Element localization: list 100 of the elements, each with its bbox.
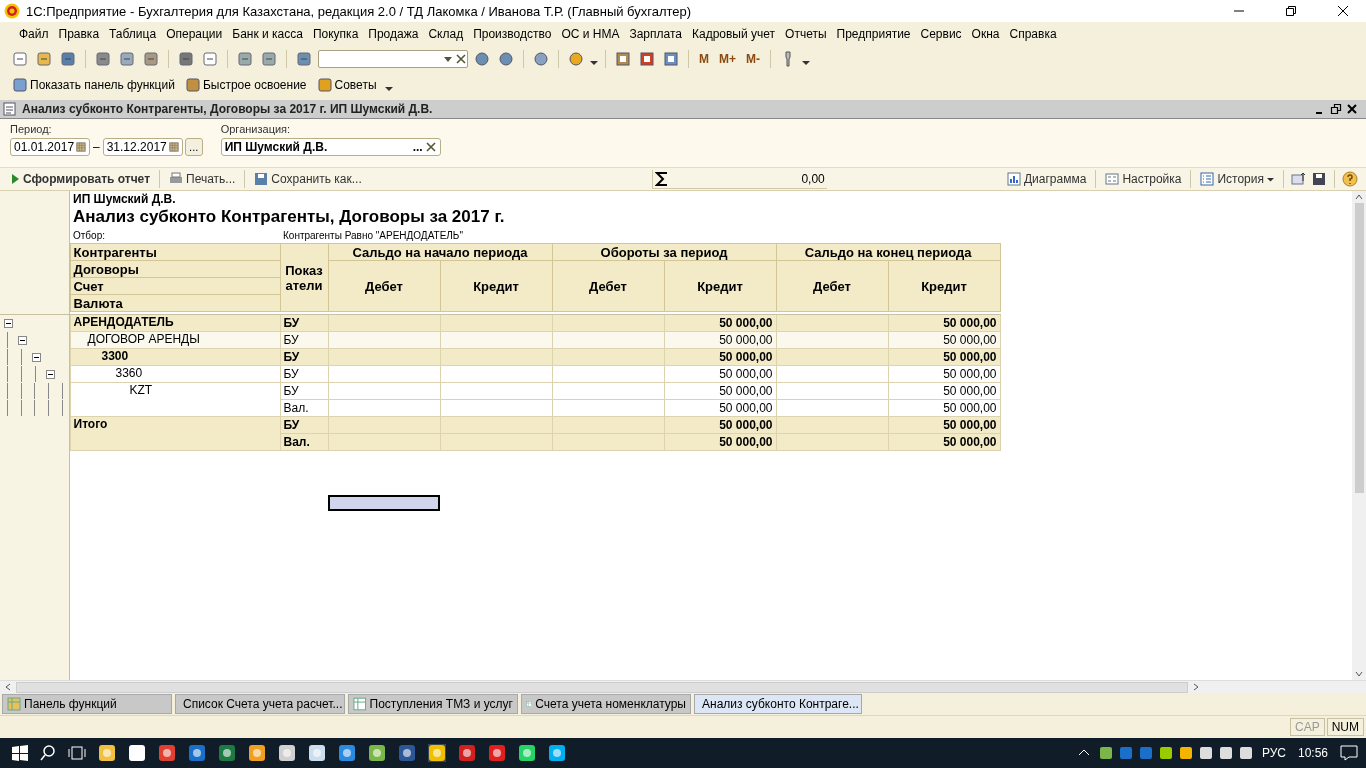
memory-button[interactable]: M- xyxy=(743,52,763,66)
table-header-cell: Дебет xyxy=(328,260,440,312)
print-button[interactable]: Печать... xyxy=(167,172,238,186)
task-view-icon[interactable] xyxy=(68,745,86,761)
menu-item[interactable]: ОС и НМА xyxy=(556,27,625,41)
scroll-left-icon[interactable] xyxy=(4,682,12,692)
search-field[interactable] xyxy=(318,50,468,68)
filter-value: Контрагенты Равно "АРЕНДОДАТЕЛЬ" xyxy=(280,227,888,244)
export-icon[interactable] xyxy=(1291,171,1307,187)
sum-field: 0,00 xyxy=(651,169,827,189)
period-label: Период: xyxy=(10,123,53,135)
menu-item[interactable]: Таблица xyxy=(104,27,162,41)
scroll-up-icon[interactable] xyxy=(1354,193,1364,201)
history-button[interactable]: История xyxy=(1198,172,1276,186)
report-icon xyxy=(2,101,18,117)
chart-icon xyxy=(1006,172,1021,186)
restore-icon[interactable] xyxy=(1285,5,1297,17)
menu-item[interactable]: Окна xyxy=(966,27,1005,41)
clock[interactable]: 10:56 xyxy=(1297,746,1328,760)
collapse-icon[interactable] xyxy=(3,318,13,328)
window-tab[interactable]: Счета учета номенклатуры xyxy=(521,694,691,714)
table-header-cell: Кредит xyxy=(440,260,552,312)
menu-item[interactable]: Зарплата xyxy=(624,27,687,41)
help-icon[interactable] xyxy=(1342,171,1358,187)
menu-item[interactable]: Покупка xyxy=(307,27,364,41)
menu-item[interactable]: Кадровый учет xyxy=(687,27,781,41)
save-as-button[interactable]: Сохранить как... xyxy=(252,172,364,186)
menu-item[interactable]: Справка xyxy=(1004,27,1062,41)
toolbar-icon xyxy=(184,77,201,93)
report-organization: ИП Шумский Д.В. xyxy=(72,191,177,207)
select-button[interactable]: ... xyxy=(412,140,423,154)
choose-period-button[interactable]: ... xyxy=(184,138,203,156)
scroll-down-icon[interactable] xyxy=(1354,670,1364,678)
play-icon xyxy=(10,173,20,185)
floppy-icon xyxy=(254,172,269,186)
date-separator: – xyxy=(92,140,101,154)
menu-item[interactable]: Правка xyxy=(53,27,105,41)
collapse-icon[interactable] xyxy=(45,369,55,379)
window-tab[interactable]: Список Счета учета расчет... xyxy=(175,694,345,714)
window-tab[interactable]: Панель функций xyxy=(2,694,172,714)
row-label: Итого xyxy=(70,416,280,451)
settings-button[interactable]: Настройка xyxy=(1103,172,1184,186)
close-icon[interactable] xyxy=(1346,103,1358,115)
window-title: 1С:Предприятие - Бухгалтерия для Казахстана, редакция 2.0 / ТД Лакомка / Иванова Т.Р. (Главный бухгалтер) xyxy=(26,3,692,19)
document-title: Анализ субконто Контрагенты, Договоры за 2017 г. ИП Шумский Д.В. xyxy=(22,102,433,116)
table-header-cell: Показ атели xyxy=(280,243,328,312)
toolbar-button[interactable]: Показать панель функций xyxy=(10,77,177,93)
menu-item[interactable]: Склад xyxy=(423,27,469,41)
vertical-scrollbar[interactable] xyxy=(1352,191,1366,680)
menu-item[interactable]: Продажа xyxy=(363,27,424,41)
close-icon[interactable] xyxy=(1337,5,1349,17)
settings-icon xyxy=(1105,172,1120,186)
notifications-icon[interactable] xyxy=(1340,745,1358,761)
restore-icon[interactable] xyxy=(1330,103,1342,115)
filter-label: Отбор: xyxy=(70,227,280,244)
dropdown-icon xyxy=(1267,175,1274,183)
menu-item[interactable]: Производство xyxy=(468,27,557,41)
app-icon[interactable] xyxy=(428,744,446,762)
table-header-cell: Сальдо на начало периода xyxy=(328,243,552,261)
organization-label: Организация: xyxy=(220,123,292,135)
chart-button[interactable]: Диаграмма xyxy=(1004,172,1089,186)
table-header-cell: Дебет xyxy=(552,260,664,312)
toolbar-icon xyxy=(316,77,333,93)
table-header-cell: Обороты за период xyxy=(552,243,776,261)
horizontal-scrollbar[interactable] xyxy=(0,680,1366,693)
table-header-cell: Сальдо на конец периода xyxy=(776,243,1000,261)
generate-report-button[interactable]: Сформировать отчет xyxy=(8,172,152,186)
menu-item[interactable]: Предприятие xyxy=(831,27,916,41)
sigma-icon xyxy=(654,170,669,187)
memory-button[interactable]: M xyxy=(696,52,712,66)
menu-item[interactable]: Отчеты xyxy=(780,27,832,41)
menu-item[interactable]: Сервис xyxy=(915,27,967,41)
list-icon xyxy=(1200,172,1215,186)
status-indicator: CAP xyxy=(1290,718,1325,736)
table-header-cell: Дебет xyxy=(776,260,888,312)
toolbar-button[interactable]: Советы xyxy=(314,77,379,93)
row-label: KZT xyxy=(70,382,280,417)
toolbar-button[interactable]: Быстрое освоение xyxy=(182,77,309,93)
date-field[interactable]: 01.01.2017 xyxy=(10,138,90,156)
app-icon[interactable] xyxy=(458,744,476,762)
report-title: Анализ субконто Контрагенты, Договоры за 2017 г. xyxy=(72,207,506,227)
language-indicator[interactable]: РУС xyxy=(1261,746,1286,760)
memory-button[interactable]: M+ xyxy=(716,52,739,66)
window-tab[interactable]: Поступления ТМЗ и услуг xyxy=(348,694,518,714)
menu-item[interactable]: Файл xyxy=(14,27,54,41)
organization-field[interactable]: ИП Шумский Д.В. ... xyxy=(220,138,441,156)
window-tab[interactable]: Анализ субконто Контраге... xyxy=(694,694,862,714)
date-field[interactable]: 31.12.2017 xyxy=(102,138,183,156)
toolbar-icon xyxy=(12,77,28,93)
table-header-cell: Кредит xyxy=(664,260,776,312)
tab-icon xyxy=(353,697,367,711)
scroll-right-icon[interactable] xyxy=(1192,682,1200,692)
status-indicator: NUM xyxy=(1326,718,1364,736)
app-logo-icon xyxy=(4,3,20,19)
menu-item[interactable]: Операции xyxy=(161,27,228,41)
collapse-icon[interactable] xyxy=(31,352,41,362)
menu-item[interactable]: Банк и касса xyxy=(227,27,308,41)
table-header-cell: Кредит xyxy=(888,260,1000,312)
clear-icon[interactable] xyxy=(424,141,437,153)
collapse-icon[interactable] xyxy=(17,335,27,345)
